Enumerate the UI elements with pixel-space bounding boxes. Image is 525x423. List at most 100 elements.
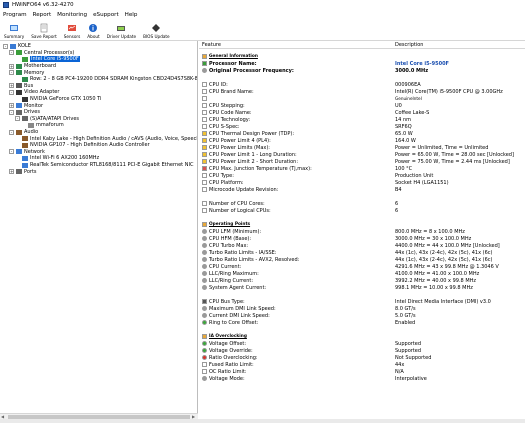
detail-row[interactable]: Original Processor Frequency: 3000.0 MHz [199,67,525,74]
detail-row[interactable]: Number of Logical CPUs: 6 [199,207,525,214]
tree-item[interactable]: - Memory [9,69,44,76]
tree-item[interactable]: Intel Core i5-9500F [15,56,80,63]
menu-help[interactable]: Help [125,12,138,18]
tree-item[interactable]: NVIDIA GeForce GTX 1050 Ti [15,96,101,103]
feature-label: CPU HFM (Base): [209,235,252,242]
collapse-toggle-icon[interactable]: - [15,116,20,122]
collapse-toggle-icon[interactable]: - [9,149,14,155]
detail-row[interactable]: Microcode Update Revision: B4 [199,186,525,193]
menu-program[interactable]: Program [3,12,27,18]
feature-label: Turbo Ratio Limits - IA/SSE: [209,249,277,256]
disk-icon [28,122,34,128]
detail-row[interactable]: LLC/Ring Maximum: 4100.0 MHz = 41.00 x 10… [199,270,525,277]
tree-item[interactable]: NVIDIA GP107 - High Definition Audio Con… [15,142,150,149]
collapse-toggle-icon[interactable]: - [9,50,14,56]
detail-row[interactable]: CPU LFM (Minimum): 800.0 MHz = 8 x 100.0 … [199,228,525,235]
about-button[interactable]: About [87,23,100,40]
detail-row[interactable]: Ring to Core Offset: Enabled [199,319,525,326]
feature-label: CPU Technology: [209,116,251,123]
section-header[interactable]: General Information [199,53,525,60]
tree-item[interactable]: + Bus [9,83,33,90]
menu-report[interactable]: Report [33,12,52,18]
feature-column-header[interactable]: Feature [202,42,221,48]
detail-row[interactable]: CPU Technology: 14 nm [199,116,525,123]
status-bar [0,419,525,423]
tree-item[interactable]: + Motherboard [9,63,56,70]
tree-item[interactable]: RealTek Semiconductor RTL8168/8111 PCI-E… [15,162,193,169]
detail-row[interactable]: CPU ID: 000906EA [199,81,525,88]
detail-row[interactable]: CPU Code Name: Coffee Lake-S [199,109,525,116]
tree-item-label: mmaforum [36,122,64,129]
expand-toggle-icon[interactable]: + [9,103,14,109]
bios-update-button[interactable]: BIOS Update [143,23,170,40]
tree-item[interactable]: Intel Kaby Lake - High Definition Audio … [15,135,197,142]
detail-row[interactable]: System Agent Current: 998.1 MHz = 10.00 x… [199,284,525,291]
description-value: Socket H4 (LGA1151) [395,179,449,186]
detail-row[interactable]: Processor Name: Intel Core i5-9500F [199,60,525,67]
collapse-toggle-icon[interactable]: - [9,109,14,115]
detail-row[interactable]: Maximum DMI Link Speed: 8.0 GT/s [199,305,525,312]
section-header[interactable]: IA Overclocking [199,333,525,340]
detail-row[interactable]: CPU Power Limit 2 - Short Duration: Power… [199,158,525,165]
detail-row[interactable]: Current DMI Link Speed: 5.0 GT/s [199,312,525,319]
sensors-button[interactable]: Sensors [64,23,80,40]
detail-row[interactable]: CPU Bus Type: Intel Direct Media Interfac… [199,298,525,305]
menu-monitoring[interactable]: Monitoring [57,12,87,18]
detail-row[interactable]: LLC/Ring Current: 3992.2 MHz = 40.00 x 99… [199,277,525,284]
detail-row[interactable]: Ratio Overclocking: Not Supported [199,354,525,361]
description-value: 3000.0 MHz = 30 x 100.0 MHz [395,235,472,242]
tree-item[interactable]: - Central Processor(s) [9,50,74,57]
tree-item[interactable]: + Ports [9,168,37,175]
detail-row[interactable]: CPU Power Limit 1 - Long Duration: Power … [199,151,525,158]
detail-row[interactable]: CPU Turbo Max: 4400.0 MHz = 44 x 100.0 MH… [199,242,525,249]
detail-row[interactable]: CPU Type: Production Unit [199,172,525,179]
expand-toggle-icon[interactable]: + [9,83,14,89]
tree-item[interactable]: Row: 2 - 8 GB PC4-19200 DDR4 SDRAM Kings… [15,76,197,83]
detail-row[interactable]: Voltage Override: Supported [199,347,525,354]
detail-row[interactable]: CPU HFM (Base): 3000.0 MHz = 30 x 100.0 M… [199,235,525,242]
detail-row[interactable]: CPU Platform: Socket H4 (LGA1151) [199,179,525,186]
description-column-header[interactable]: Description [395,42,423,48]
collapse-toggle-icon[interactable]: - [9,129,14,135]
collapse-toggle-icon[interactable]: - [3,43,8,49]
detail-row[interactable]: CPU Stepping: U0 [199,102,525,109]
detail-row[interactable]: Voltage Mode: Interpolative [199,375,525,382]
tree-item[interactable]: - Audio [9,129,38,136]
feature-label: CPU Power Limit 2 - Short Duration: [209,158,299,165]
tree-item[interactable]: - Drives [9,109,40,116]
detail-row[interactable]: OC Ratio Limit: N/A [199,368,525,375]
detail-row[interactable]: Number of CPU Cores: 6 [199,200,525,207]
device-tree[interactable]: - KOLE - Central Processor(s) Intel Core i5-… [0,41,198,413]
detail-row[interactable]: GenuineIntel [199,95,525,102]
tree-item[interactable]: mmaforum [21,122,64,129]
detail-row[interactable]: CPU Current: 4291.6 MHz = 43 x 99.8 MHz @… [199,263,525,270]
driver-update-button[interactable]: Driver Update [107,23,136,40]
detail-row[interactable]: CPU Thermal Design Power (TDP): 65.0 W [199,130,525,137]
description-value: 44x (1c), 43x (2-4c), 42x (5c), 41x (6c) [395,256,493,263]
menu-esupport[interactable]: eSupport [93,12,119,18]
expand-toggle-icon[interactable]: + [9,63,14,69]
collapse-toggle-icon[interactable]: - [9,89,14,95]
tree-item[interactable]: - Video Adapter [9,89,59,96]
tree-item[interactable]: - (S)ATA/ATAPI Drives [15,116,79,123]
section-header[interactable]: Operating Points [199,221,525,228]
detail-row[interactable]: CPU Power Limit 4 (PL4): 164.0 W [199,137,525,144]
detail-row[interactable]: CPU S-Spec: SRF6Q [199,123,525,130]
tree-item[interactable]: - KOLE [3,43,31,50]
detail-row[interactable]: Turbo Ratio Limits - AVX2, Resolved: 44x … [199,256,525,263]
detail-row[interactable]: CPU Brand Name: Intel(R) Core(TM) i5-9500… [199,88,525,95]
detail-row[interactable]: CPU Power Limits (Max): Power = Unlimited… [199,144,525,151]
collapse-toggle-icon[interactable]: - [9,70,14,76]
detail-row[interactable]: CPU Max. Junction Temperature (Tj,max): 1… [199,165,525,172]
detail-row[interactable]: Fused Ratio Limit: 44x [199,361,525,368]
tree-item[interactable]: + Monitor [9,102,43,109]
summary-button[interactable]: Summary [4,23,24,40]
detail-row[interactable]: Turbo Ratio Limits - IA/SSE: 44x (1c), 43… [199,249,525,256]
tree-item[interactable]: Intel Wi-Fi 6 AX200 160MHz [15,155,99,162]
expand-toggle-icon[interactable]: + [9,169,14,175]
summary-icon [10,25,19,31]
save-report-button[interactable]: Save Report [31,23,57,40]
detail-row[interactable]: Voltage Offset: Supported [199,340,525,347]
description-value: B4 [395,186,402,193]
tree-item[interactable]: - Network [9,149,45,156]
